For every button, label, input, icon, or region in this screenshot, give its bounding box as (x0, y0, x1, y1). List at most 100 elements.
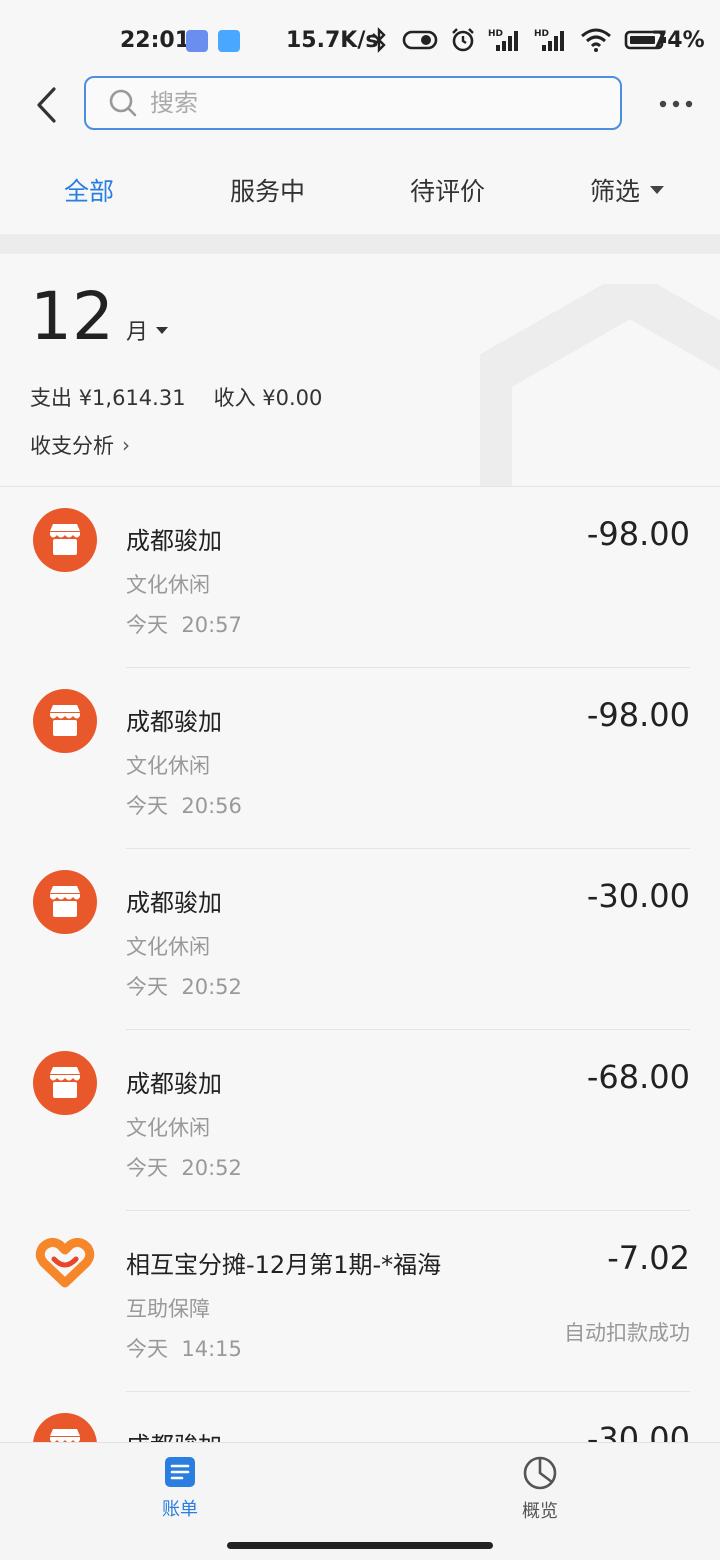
search-header (0, 70, 720, 140)
transaction-clock: 14:15 (181, 1337, 242, 1361)
transaction-status: 自动扣款成功 (564, 1321, 690, 1345)
status-time: 22:01 (120, 28, 191, 53)
transaction-merchant: 成都骏加 (126, 1070, 222, 1098)
heart-icon (32, 1231, 98, 1297)
transaction-time: 今天 20:57 (126, 609, 242, 639)
transaction-time: 今天 20:52 (126, 971, 242, 1001)
income-total: 收入 ¥0.00 (214, 382, 323, 412)
more-button[interactable] (656, 84, 696, 124)
alarm-icon (452, 28, 474, 52)
store-icon (32, 1050, 98, 1116)
expense-total: 支出 ¥1,614.31 (30, 382, 186, 412)
transaction-clock: 20:52 (181, 1156, 242, 1180)
transaction-merchant: 成都骏加 (126, 889, 222, 917)
transaction-category: 文化休闲 (126, 573, 210, 597)
transaction-amount: -7.02 (607, 1239, 690, 1277)
transaction-row[interactable]: 成都骏加 -30.00 (0, 1392, 720, 1442)
back-button[interactable] (24, 80, 68, 130)
search-input[interactable] (150, 89, 570, 117)
search-box[interactable] (84, 76, 622, 130)
bill-icon (165, 1457, 195, 1487)
store-icon (32, 1412, 98, 1442)
transaction-list: 成都骏加 文化休闲 今天 20:57 -98.00 成都骏加 文化休闲 今天 2… (0, 487, 720, 1442)
qq-notification-icon (218, 30, 240, 52)
transaction-row[interactable]: 成都骏加 文化休闲 今天 20:52 -68.00 (0, 1030, 720, 1211)
month-number: 12 (30, 278, 114, 355)
bluetooth-icon (372, 27, 386, 53)
transaction-day: 今天 (126, 1156, 168, 1180)
transaction-day: 今天 (126, 1337, 168, 1361)
transaction-time: 今天 20:52 (126, 1152, 242, 1182)
transaction-category: 文化休闲 (126, 754, 210, 778)
more-dots-icon (659, 100, 693, 108)
status-bar: 22:01 15.7K/s HD HD 74% (0, 0, 720, 80)
expense-value: ¥1,614.31 (78, 386, 186, 410)
store-icon (32, 688, 98, 754)
transaction-clock: 20:52 (181, 975, 242, 999)
store-icon (32, 507, 98, 573)
transaction-day: 今天 (126, 613, 168, 637)
analysis-label: 收支分析 (30, 434, 114, 458)
tab-in-service[interactable]: 服务中 (230, 172, 305, 208)
transaction-amount: -30.00 (586, 877, 690, 915)
transaction-day: 今天 (126, 975, 168, 999)
nav-overview[interactable]: 概览 (480, 1455, 600, 1523)
app-notification-icon (186, 30, 208, 52)
filter-tabs: 全部 服务中 待评价 筛选 (0, 150, 720, 232)
tab-filter[interactable]: 筛选 (590, 172, 665, 208)
month-totals: 支出 ¥1,614.31 收入 ¥0.00 (30, 382, 322, 412)
month-selector[interactable]: 12 月 (30, 284, 168, 350)
analysis-link[interactable]: 收支分析 › (30, 430, 130, 460)
transaction-amount: -30.00 (586, 1420, 690, 1442)
caret-down-icon (650, 186, 665, 194)
home-indicator (227, 1542, 493, 1549)
chevron-left-icon (37, 87, 56, 123)
transaction-time: 今天 20:56 (126, 790, 242, 820)
transaction-row[interactable]: 成都骏加 文化休闲 今天 20:57 -98.00 (0, 487, 720, 668)
hexagon-watermark-icon (480, 284, 720, 486)
chevron-right-icon: › (122, 433, 130, 457)
transaction-merchant: 相互宝分摊-12月第1期-*福海 (126, 1251, 442, 1279)
month-unit-label: 月 (125, 320, 148, 345)
transaction-clock: 20:56 (181, 794, 242, 818)
pie-chart-icon (523, 1456, 557, 1490)
signal-2-icon: HD (534, 29, 564, 51)
nav-overview-label: 概览 (522, 1501, 558, 1522)
toggle-icon (402, 30, 438, 50)
transaction-merchant: 成都骏加 (126, 708, 222, 736)
nav-bill[interactable]: 账单 (120, 1455, 240, 1521)
transaction-row[interactable]: 成都骏加 文化休闲 今天 20:52 -30.00 (0, 849, 720, 1030)
expense-label: 支出 (30, 386, 72, 410)
month-unit: 月 (126, 314, 168, 346)
transaction-time: 今天 14:15 (126, 1333, 242, 1363)
nav-bill-label: 账单 (162, 1499, 198, 1520)
tab-filter-label: 筛选 (590, 177, 641, 206)
income-value: ¥0.00 (262, 386, 323, 410)
transaction-amount: -98.00 (586, 696, 690, 734)
transaction-amount: -98.00 (586, 515, 690, 553)
transaction-category: 文化休闲 (126, 1116, 210, 1140)
transaction-day: 今天 (126, 794, 168, 818)
transaction-row[interactable]: 相互宝分摊-12月第1期-*福海 互助保障 今天 14:15 -7.02 自动扣… (0, 1211, 720, 1392)
caret-down-icon (156, 326, 168, 334)
signal-1-icon: HD (488, 29, 518, 51)
tab-all[interactable]: 全部 (64, 172, 114, 208)
transaction-clock: 20:57 (181, 613, 242, 637)
transaction-row[interactable]: 成都骏加 文化休闲 今天 20:56 -98.00 (0, 668, 720, 849)
svg-text:HD: HD (534, 29, 549, 39)
tab-pending-review[interactable]: 待评价 (410, 172, 485, 208)
month-summary: 12 月 支出 ¥1,614.31 收入 ¥0.00 收支分析 › (0, 254, 720, 486)
svg-text:HD: HD (488, 29, 503, 39)
transaction-category: 文化休闲 (126, 935, 210, 959)
transaction-category: 互助保障 (126, 1297, 210, 1321)
transaction-merchant: 成都骏加 (126, 527, 222, 555)
section-divider (0, 234, 720, 254)
battery-percentage: 74% (652, 28, 705, 53)
wifi-icon (581, 28, 611, 52)
transaction-merchant: 成都骏加 (126, 1426, 222, 1442)
network-speed: 15.7K/s (286, 28, 379, 53)
store-icon (32, 869, 98, 935)
income-label: 收入 (213, 386, 256, 410)
transaction-amount: -68.00 (586, 1058, 690, 1096)
search-icon (109, 89, 137, 117)
